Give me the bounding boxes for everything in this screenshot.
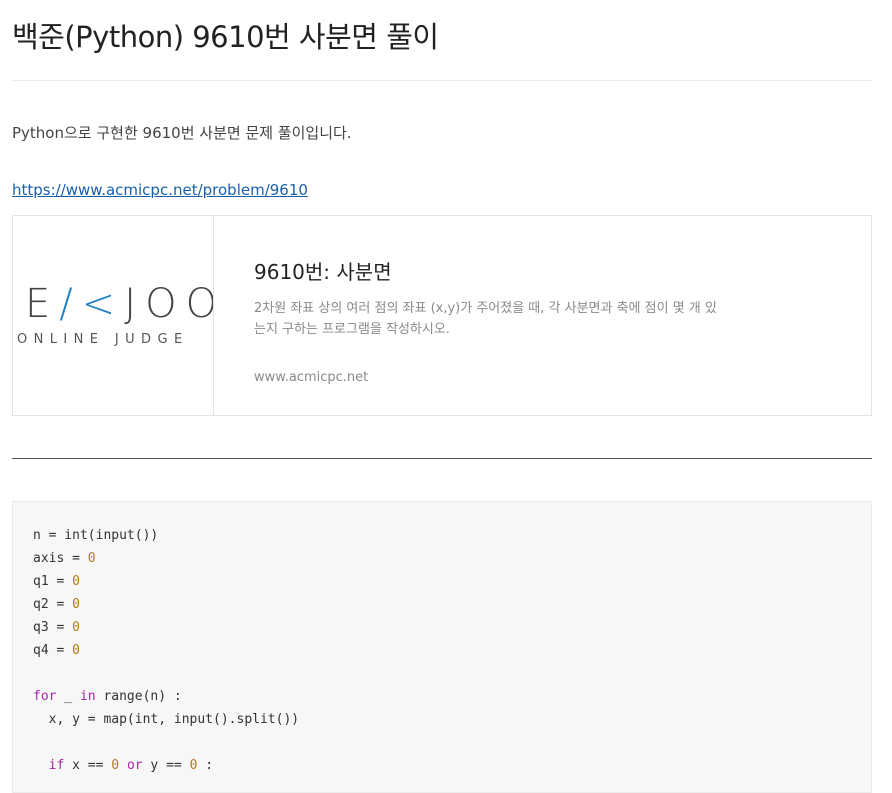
code-token: range(n) : <box>95 689 182 704</box>
page-title: 백준(Python) 9610번 사분면 풀이 <box>12 20 439 54</box>
card-title[interactable]: 9610번: 사분면 <box>254 256 392 285</box>
code-block: n = int(input()) axis = 0 q1 = 0 q2 = 0 q3 =… <box>12 501 872 793</box>
card-thumbnail: E/<JOO ONLINE JUDGE <box>13 216 214 415</box>
code-token: q1 = <box>33 574 73 589</box>
logo-subtitle: ONLINE JUDGE <box>17 332 189 347</box>
card-description: 2차원 좌표 상의 여러 점의 좌표 (x,y)가 주어졌을 때, 각 사분면과… <box>254 301 717 337</box>
code-number: 0 <box>111 758 120 773</box>
code-token: x == <box>64 758 112 773</box>
title-divider <box>12 80 872 81</box>
code-token: q4 = <box>33 643 73 658</box>
code-keyword: if <box>48 758 65 773</box>
code-token: axis = <box>33 551 88 566</box>
section-divider <box>12 458 872 459</box>
code-token: y == <box>142 758 190 773</box>
code-number: 0 <box>87 551 96 566</box>
code-line: q1 = 0 <box>33 570 299 593</box>
code-token: _ <box>56 689 80 704</box>
baekjoon-logo: E/<JOO <box>25 281 213 327</box>
logo-letter-e: E <box>25 281 60 327</box>
card-domain: www.acmicpc.net <box>254 370 369 385</box>
code-line: axis = 0 <box>33 547 299 570</box>
code-keyword: in <box>79 689 96 704</box>
logo-letters-joo: JOO <box>124 281 213 327</box>
code-number: 0 <box>72 597 80 612</box>
code-line: q2 = 0 <box>33 593 299 616</box>
code-line: q3 = 0 <box>33 616 299 639</box>
code-token: q3 = <box>33 620 73 635</box>
code-lines: n = int(input()) axis = 0 q1 = 0 q2 = 0 q3 =… <box>33 524 299 777</box>
code-token: n = int(input()) <box>33 528 159 543</box>
code-line: n = int(input()) <box>33 524 299 547</box>
link-preview-card[interactable]: E/<JOO ONLINE JUDGE 9610번: 사분면 2차원 좌표 상의… <box>12 215 872 416</box>
code-number: 0 <box>72 574 80 589</box>
code-line: q4 = 0 <box>33 639 299 662</box>
code-token: : <box>197 758 214 773</box>
code-token: q2 = <box>33 597 73 612</box>
code-token: x, y = map(int, input().split()) <box>33 712 300 727</box>
problem-link[interactable]: https://www.acmicpc.net/problem/9610 <box>12 181 308 199</box>
code-number: 0 <box>72 643 80 658</box>
logo-letter-k: /< <box>59 281 125 327</box>
code-number: 0 <box>72 620 80 635</box>
intro-text: Python으로 구현한 9610번 사분면 문제 풀이입니다. <box>12 124 352 142</box>
code-line: for _ in range(n) : <box>33 685 299 708</box>
code-line: x, y = map(int, input().split()) <box>33 708 299 731</box>
code-keyword: or <box>126 758 143 773</box>
code-keyword: for <box>33 689 57 704</box>
